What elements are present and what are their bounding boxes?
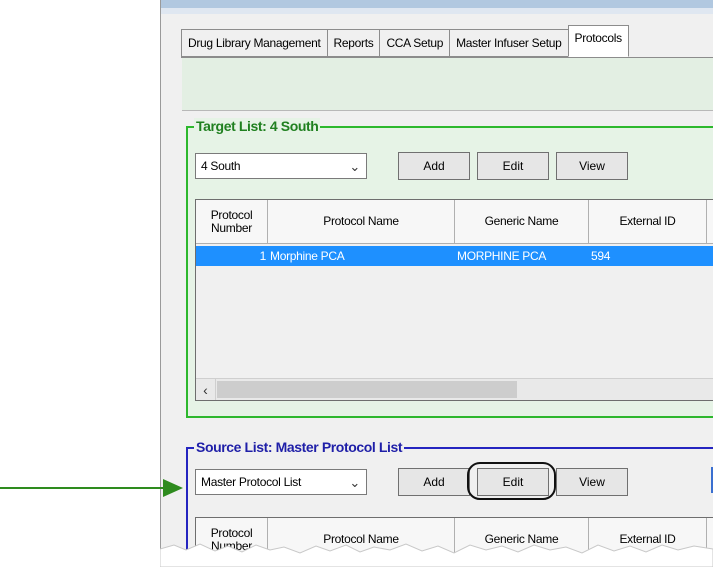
column-header-overflow — [707, 200, 713, 244]
tab-cca-setup[interactable]: CCA Setup — [379, 29, 450, 57]
column-header-protocol-number[interactable]: Protocol Number — [196, 200, 268, 244]
target-edit-label: Edit — [502, 159, 524, 173]
column-header-protocol-name[interactable]: Protocol Name — [268, 200, 455, 244]
tab-strip: Drug Library Management Reports CCA Setu… — [181, 25, 629, 57]
chevron-left-icon[interactable]: ‹ — [196, 379, 216, 400]
target-list-group: Target List: 4 South 4 South ⌄ Add Edit … — [186, 118, 713, 418]
arrow-right-icon — [163, 479, 183, 497]
target-list-title: Target List: 4 South — [194, 118, 321, 134]
cell-generic-name: MORPHINE PCA — [457, 249, 547, 263]
cell-external-id: 594 — [591, 249, 611, 263]
source-view-button[interactable]: View — [556, 468, 628, 496]
target-view-button[interactable]: View — [556, 152, 628, 180]
source-view-label: View — [579, 475, 605, 489]
target-grid-header: Protocol Number Protocol Name Generic Na… — [196, 200, 713, 244]
target-list-combo[interactable]: 4 South ⌄ — [195, 153, 367, 179]
target-combo-value: 4 South — [201, 159, 241, 173]
target-add-button[interactable]: Add — [398, 152, 470, 180]
chevron-down-icon[interactable]: ⌄ — [349, 475, 360, 491]
pointer-arrow-line — [0, 487, 172, 489]
tab-master-infuser-setup[interactable]: Master Infuser Setup — [449, 29, 568, 57]
scrollbar-thumb[interactable] — [217, 381, 517, 398]
horizontal-scrollbar[interactable]: ‹ — [196, 378, 713, 400]
column-header-generic-name[interactable]: Generic Name — [455, 200, 589, 244]
panel-divider — [182, 110, 713, 111]
tab-protocols[interactable]: Protocols — [567, 25, 629, 57]
cell-protocol-name: Morphine PCA — [270, 249, 345, 263]
target-edit-button[interactable]: Edit — [477, 152, 549, 180]
source-add-label: Add — [423, 475, 445, 489]
panel-header — [182, 58, 713, 110]
protocols-window: Drug Library Management Reports CCA Setu… — [160, 0, 713, 567]
target-view-label: View — [579, 159, 605, 173]
table-row[interactable]: 1 Morphine PCA MORPHINE PCA 594 — [196, 246, 713, 266]
torn-edge — [160, 543, 713, 567]
source-combo-value: Master Protocol List — [201, 475, 302, 489]
edit-highlight-oval — [467, 462, 556, 500]
source-list-combo[interactable]: Master Protocol List ⌄ — [195, 469, 367, 495]
source-add-button[interactable]: Add — [398, 468, 470, 496]
cell-protocol-number: 1 — [259, 249, 267, 263]
tab-drug-library-management[interactable]: Drug Library Management — [181, 29, 327, 57]
column-header-external-id[interactable]: External ID — [589, 200, 707, 244]
tab-reports[interactable]: Reports — [326, 29, 380, 57]
title-bar — [161, 0, 713, 8]
target-protocol-grid[interactable]: Protocol Number Protocol Name Generic Na… — [195, 199, 713, 401]
chevron-down-icon[interactable]: ⌄ — [349, 159, 360, 175]
source-list-title: Source List: Master Protocol List — [194, 439, 405, 455]
target-add-label: Add — [423, 159, 445, 173]
